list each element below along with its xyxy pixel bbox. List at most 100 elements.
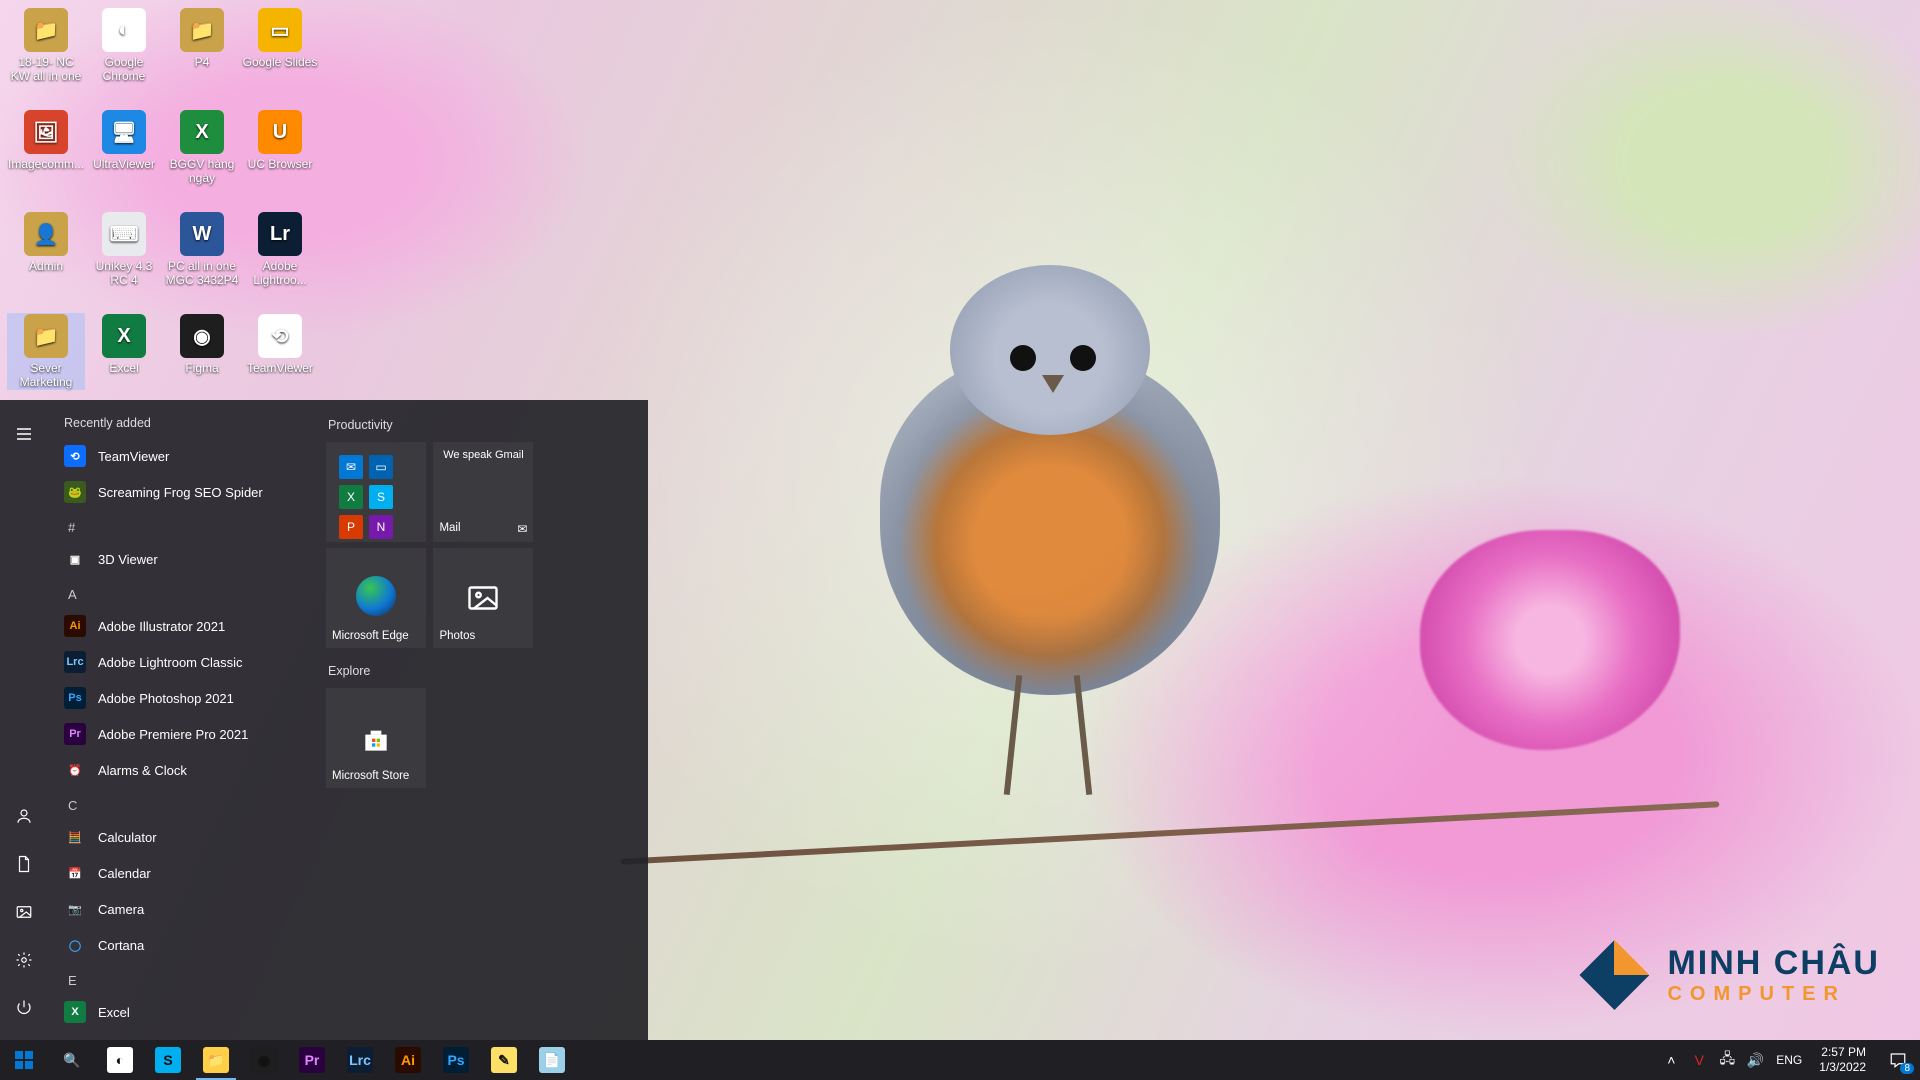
- start-power-button[interactable]: [0, 984, 48, 1032]
- start-app-row[interactable]: ⏰Alarms & Clock: [62, 752, 314, 788]
- wallpaper-bird: [830, 235, 1270, 775]
- gear-icon: [15, 951, 33, 969]
- taskbar-premiere-button[interactable]: Pr: [288, 1040, 336, 1080]
- ps-icon: Ps: [443, 1047, 469, 1073]
- mail-icon: ✉: [517, 522, 527, 536]
- tile-store[interactable]: Microsoft Store: [326, 688, 426, 788]
- start-app-row[interactable]: 📅Calendar: [62, 855, 314, 891]
- start-letter-header[interactable]: A: [68, 587, 314, 602]
- folder-app-icon: P: [339, 515, 363, 539]
- desktop-icon-sever-mkt[interactable]: 📁Sever Marketing: [8, 314, 84, 389]
- desktop-icon-lrc[interactable]: LrAdobe Lightroo...: [242, 212, 318, 287]
- start-app-row[interactable]: XExcel: [62, 994, 314, 1030]
- start-app-label: Adobe Premiere Pro 2021: [98, 727, 248, 742]
- desktop-icon-unikey[interactable]: ⌨Unikey 4.3 RC 4: [86, 212, 162, 287]
- desktop-icon-p4[interactable]: 📁P4: [164, 8, 240, 69]
- desktop-icon-imagecomm[interactable]: 🖼Imagecomm...: [8, 110, 84, 171]
- taskbar-figma-button[interactable]: ◉: [240, 1040, 288, 1080]
- desktop-icon-gslides[interactable]: ▭Google Slides: [242, 8, 318, 69]
- tile-photos[interactable]: Photos: [433, 548, 533, 648]
- desktop-icon-nc-kw[interactable]: 📁18-19- NC KW all in one: [8, 8, 84, 83]
- tile-edge-label: Microsoft Edge: [332, 630, 409, 642]
- start-app-label: Excel: [98, 1005, 130, 1020]
- start-account-button[interactable]: [0, 792, 48, 840]
- start-app-list[interactable]: Recently added ⟲TeamViewer🐸Screaming Frog…: [48, 400, 318, 1040]
- desktop-icon-teamviewer[interactable]: ⟲TeamViewer: [242, 314, 318, 375]
- desktop-icon-admin[interactable]: 👤Admin: [8, 212, 84, 273]
- user-icon: [15, 807, 33, 825]
- taskbar-chrome-button[interactable]: ◐: [96, 1040, 144, 1080]
- start-settings-button[interactable]: [0, 936, 48, 984]
- tile-app-folder[interactable]: ✉▭XSPN: [326, 442, 426, 542]
- tile-store-label: Microsoft Store: [332, 770, 409, 782]
- start-letter-header[interactable]: C: [68, 798, 314, 813]
- taskbar-clock[interactable]: 2:57 PM 1/3/2022: [1809, 1040, 1876, 1080]
- tile-mail-label: Mail: [439, 522, 460, 534]
- start-app-row[interactable]: ▣ 3D Viewer: [62, 541, 314, 577]
- start-letter-header[interactable]: #: [68, 520, 314, 535]
- pictures-icon: [15, 903, 33, 921]
- start-recent-1[interactable]: 🐸Screaming Frog SEO Spider: [62, 474, 314, 510]
- desktop-icon-excel[interactable]: XExcel: [86, 314, 162, 375]
- tile-edge[interactable]: Microsoft Edge: [326, 548, 426, 648]
- start-app-row[interactable]: 📷Camera: [62, 891, 314, 927]
- desktop-icon-figma[interactable]: ◉Figma: [164, 314, 240, 375]
- start-app-row[interactable]: AiAdobe Illustrator 2021: [62, 608, 314, 644]
- tile-photos-label: Photos: [439, 630, 475, 642]
- folder-app-icon: S: [369, 485, 393, 509]
- desktop-icon-pcallinone[interactable]: WPC all in one MGC 3432P4: [164, 212, 240, 287]
- tray-unikey-icon[interactable]: V: [1685, 1040, 1713, 1080]
- pcallinone-icon: W: [180, 212, 224, 256]
- taskbar-ps-button[interactable]: Ps: [432, 1040, 480, 1080]
- teamviewer-icon: ⟲: [258, 314, 302, 358]
- app-icon: Lrc: [64, 651, 86, 673]
- recently-added-header: Recently added: [64, 416, 314, 430]
- start-app-row[interactable]: ◯Cortana: [62, 927, 314, 963]
- folder-app-icon: X: [339, 485, 363, 509]
- desktop-icon-ultraviewer[interactable]: 🖥UltraViewer: [86, 110, 162, 171]
- desktop-icon-ucbrowser[interactable]: UUC Browser: [242, 110, 318, 171]
- start-app-row[interactable]: PrAdobe Premiere Pro 2021: [62, 716, 314, 752]
- start-documents-button[interactable]: [0, 840, 48, 888]
- start-app-label: Camera: [98, 902, 144, 917]
- desktop-icon-chrome[interactable]: ◐ Google Chrome: [86, 8, 162, 83]
- taskbar-sticky-button[interactable]: ✎: [480, 1040, 528, 1080]
- start-app-row[interactable]: 🧮Calculator: [62, 819, 314, 855]
- action-center-button[interactable]: 8: [1876, 1040, 1920, 1080]
- sever-mkt-icon: 📁: [24, 314, 68, 358]
- tile-mail[interactable]: We speak Gmail Mail ✉: [433, 442, 533, 542]
- excel-icon: X: [102, 314, 146, 358]
- tray-chevron-icon[interactable]: ˄: [1657, 1040, 1685, 1080]
- tile-group-explore[interactable]: Explore: [328, 664, 634, 678]
- tray-language[interactable]: ENG: [1769, 1040, 1809, 1080]
- start-recent-0[interactable]: ⟲TeamViewer: [62, 438, 314, 474]
- taskbar-search-button[interactable]: 🔍: [48, 1040, 96, 1080]
- desktop-icon-label: Imagecomm...: [8, 157, 84, 171]
- start-expand-button[interactable]: [0, 410, 48, 458]
- desktop-icon-label: Google Chrome: [86, 55, 162, 83]
- figma-icon: ◉: [251, 1047, 277, 1073]
- desktop-icon-label: UltraViewer: [86, 157, 162, 171]
- taskbar-lrc-button[interactable]: Lrc: [336, 1040, 384, 1080]
- tray-volume-icon[interactable]: 🔊: [1741, 1040, 1769, 1080]
- taskbar-notepad-button[interactable]: 📄: [528, 1040, 576, 1080]
- chrome-icon: ◐: [107, 1047, 133, 1073]
- taskbar-skype-button[interactable]: S: [144, 1040, 192, 1080]
- taskbar-start-button[interactable]: [0, 1040, 48, 1080]
- taskbar-ai-button[interactable]: Ai: [384, 1040, 432, 1080]
- start-tiles: Productivity ✉▭XSPN We speak Gmail Mail …: [318, 400, 648, 1040]
- chrome-icon: ◐: [102, 8, 146, 52]
- taskbar-explorer-button[interactable]: 📁: [192, 1040, 240, 1080]
- ucbrowser-icon: U: [258, 110, 302, 154]
- app-icon: ▣: [64, 548, 86, 570]
- desktop-icon-bggv[interactable]: XBGGV hàng ngày: [164, 110, 240, 185]
- tile-group-productivity[interactable]: Productivity: [328, 418, 634, 432]
- start-app-label: 3D Viewer: [98, 552, 158, 567]
- start-app-row[interactable]: LrcAdobe Lightroom Classic: [62, 644, 314, 680]
- start-letter-header[interactable]: E: [68, 973, 314, 988]
- explorer-icon: 📁: [203, 1047, 229, 1073]
- tray-network-icon[interactable]: 🖧: [1713, 1040, 1741, 1080]
- start-app-row[interactable]: PsAdobe Photoshop 2021: [62, 680, 314, 716]
- start-pictures-button[interactable]: [0, 888, 48, 936]
- nc-kw-icon: 📁: [24, 8, 68, 52]
